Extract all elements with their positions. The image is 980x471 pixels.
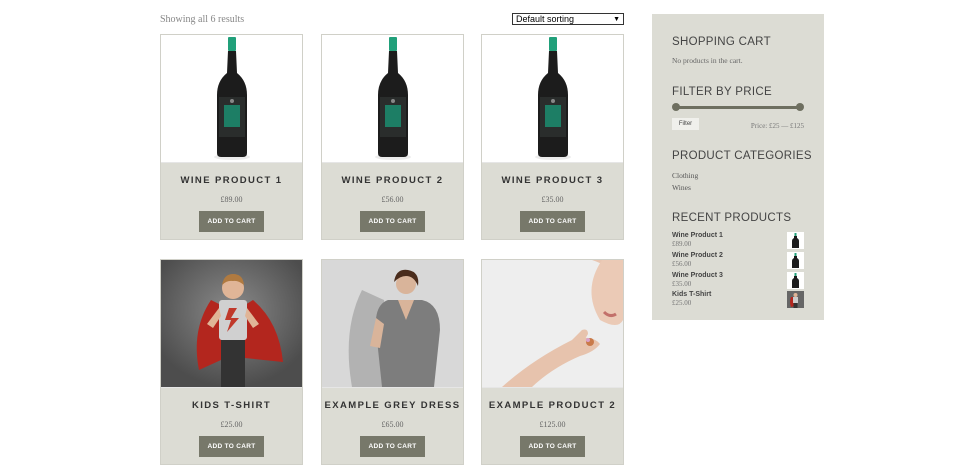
category-link-wines[interactable]: Wines (672, 183, 691, 192)
sidebar: SHOPPING CART No products in the cart. F… (652, 14, 824, 320)
product-title[interactable]: EXAMPLE PRODUCT 2 (482, 400, 623, 411)
product-categories-heading: PRODUCT CATEGORIES (672, 150, 812, 162)
product-card[interactable]: EXAMPLE GREY DRESS £65.00 ADD TO CART (321, 259, 464, 465)
recent-product-name[interactable]: Wine Product 3 (672, 272, 723, 279)
product-price: £25.00 (220, 420, 243, 429)
recent-product-item[interactable]: Wine Product 1 £89.00 (672, 232, 804, 250)
product-price: £65.00 (381, 420, 404, 429)
sort-select-value: Default sorting (516, 14, 575, 24)
result-count: Showing all 6 results (160, 14, 245, 25)
recent-product-name[interactable]: Wine Product 2 (672, 252, 723, 259)
product-image-woman-grey-dress[interactable] (322, 260, 463, 388)
filter-by-price-heading: FILTER BY PRICE (672, 86, 772, 98)
product-card[interactable]: KIDS T-SHIRT £25.00 ADD TO CART (160, 259, 303, 465)
product-title[interactable]: KIDS T-SHIRT (161, 400, 302, 411)
add-to-cart-button[interactable]: ADD TO CART (360, 436, 425, 457)
add-to-cart-button[interactable]: ADD TO CART (520, 211, 585, 232)
product-price: £125.00 (539, 420, 566, 429)
shopping-cart-heading: SHOPPING CART (672, 36, 771, 48)
product-price: £56.00 (381, 195, 404, 204)
add-to-cart-button[interactable]: ADD TO CART (199, 211, 264, 232)
dropdown-arrow-icon: ▼ (613, 16, 620, 23)
recent-product-name[interactable]: Wine Product 1 (672, 232, 723, 239)
recent-product-price: £35.00 (672, 280, 692, 288)
product-price: £89.00 (220, 195, 243, 204)
price-slider[interactable] (672, 103, 804, 111)
product-image-hand-with-ring[interactable] (482, 260, 623, 388)
wine-bottle-thumbnail[interactable] (787, 252, 804, 269)
product-grid: WINE PRODUCT 1 £89.00 ADD TO CART WINE P… (160, 34, 625, 471)
add-to-cart-button[interactable]: ADD TO CART (520, 436, 585, 457)
price-slider-min-handle[interactable] (672, 103, 680, 111)
recent-products-heading: RECENT PRODUCTS (672, 212, 792, 224)
recent-product-price: £56.00 (672, 260, 692, 268)
product-image-wine-bottle[interactable] (482, 35, 623, 163)
product-card[interactable]: EXAMPLE PRODUCT 2 £125.00 ADD TO CART (481, 259, 624, 465)
product-card[interactable]: WINE PRODUCT 1 £89.00 ADD TO CART (160, 34, 303, 240)
recent-product-name[interactable]: Kids T-Shirt (672, 291, 711, 298)
recent-product-item[interactable]: Kids T-Shirt £25.00 (672, 291, 804, 309)
recent-product-price: £89.00 (672, 240, 692, 248)
add-to-cart-button[interactable]: ADD TO CART (360, 211, 425, 232)
price-range-label: Price: £25 — £125 (750, 122, 804, 130)
product-price: £35.00 (541, 195, 564, 204)
product-card[interactable]: WINE PRODUCT 3 £35.00 ADD TO CART (481, 34, 624, 240)
kid-in-cape-thumbnail[interactable] (787, 291, 804, 308)
product-image-kid-in-cape[interactable] (161, 260, 302, 388)
product-image-wine-bottle[interactable] (161, 35, 302, 163)
recent-product-price: £25.00 (672, 299, 692, 307)
product-title[interactable]: WINE PRODUCT 3 (482, 175, 623, 186)
product-image-wine-bottle[interactable] (322, 35, 463, 163)
recent-product-item[interactable]: Wine Product 2 £56.00 (672, 252, 804, 270)
product-title[interactable]: EXAMPLE GREY DRESS (322, 400, 463, 411)
product-card[interactable]: WINE PRODUCT 2 £56.00 ADD TO CART (321, 34, 464, 240)
category-link-clothing[interactable]: Clothing (672, 171, 698, 180)
add-to-cart-button[interactable]: ADD TO CART (199, 436, 264, 457)
price-slider-max-handle[interactable] (796, 103, 804, 111)
wine-bottle-thumbnail[interactable] (787, 232, 804, 249)
product-title[interactable]: WINE PRODUCT 2 (322, 175, 463, 186)
filter-button[interactable]: Filter (672, 118, 699, 130)
cart-empty-text: No products in the cart. (672, 56, 743, 65)
product-title[interactable]: WINE PRODUCT 1 (161, 175, 302, 186)
recent-product-item[interactable]: Wine Product 3 £35.00 (672, 272, 804, 290)
wine-bottle-thumbnail[interactable] (787, 272, 804, 289)
sort-select[interactable]: Default sorting ▼ (512, 13, 624, 25)
